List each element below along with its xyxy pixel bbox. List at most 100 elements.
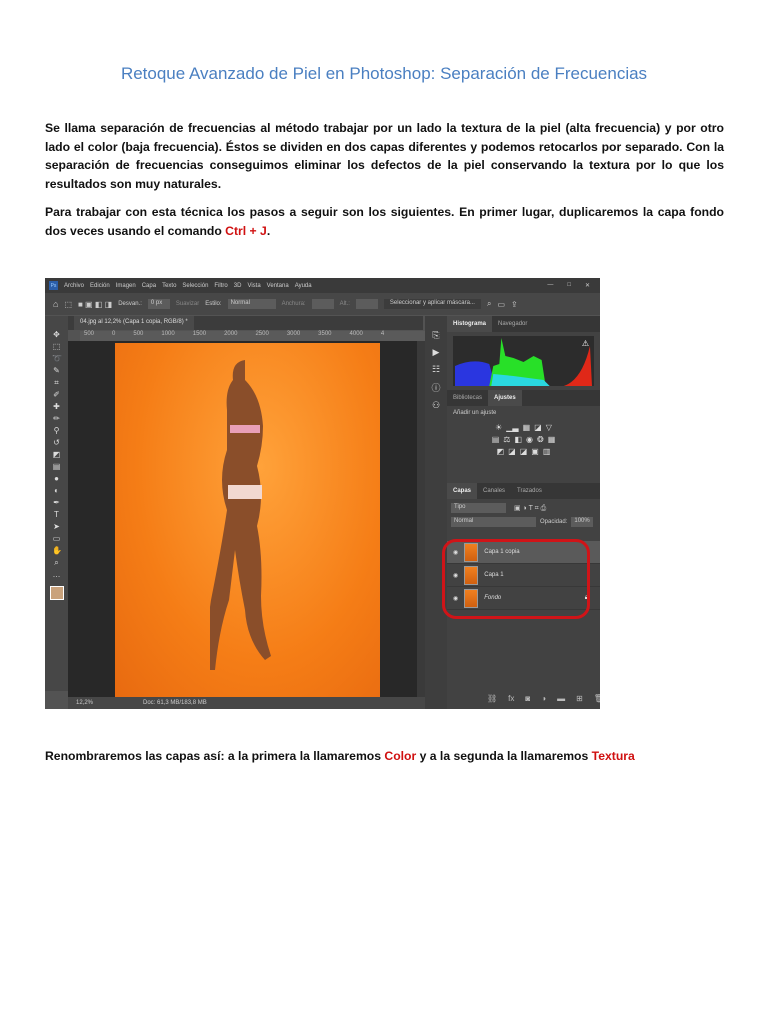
- properties-icon[interactable]: ☷: [432, 364, 440, 375]
- exposure-icon[interactable]: ◪: [534, 423, 542, 432]
- close-icon[interactable]: ✕: [585, 282, 590, 289]
- new-layer-icon[interactable]: ⊞: [576, 694, 583, 703]
- height-input[interactable]: [355, 299, 378, 309]
- hue-icon[interactable]: ▤: [492, 435, 500, 444]
- history-brush-icon[interactable]: ↺: [52, 438, 61, 447]
- minimize-icon[interactable]: —: [547, 282, 553, 289]
- gradient-tool-icon[interactable]: ▤: [52, 462, 61, 471]
- select-mask-button[interactable]: Seleccionar y aplicar máscara...: [383, 299, 481, 309]
- type-tool-icon[interactable]: T: [52, 510, 61, 519]
- zoom-level[interactable]: 12,2%: [76, 700, 93, 706]
- menu-item[interactable]: Selección: [182, 283, 208, 289]
- brightness-icon[interactable]: ☀: [495, 423, 502, 432]
- shape-tool-icon[interactable]: ▭: [52, 534, 61, 543]
- label: Desvan.:: [118, 301, 142, 307]
- lasso-tool-icon[interactable]: ➰: [52, 354, 62, 363]
- feather-input[interactable]: 0 px: [147, 299, 170, 309]
- actions-play-icon[interactable]: ▶: [433, 347, 440, 358]
- fx-icon[interactable]: fx: [508, 694, 514, 703]
- selection-mode-icon[interactable]: ■ ▣ ◧ ◨: [78, 300, 112, 309]
- color-swatches[interactable]: [49, 586, 64, 600]
- black-white-icon[interactable]: ◧: [514, 435, 522, 444]
- pen-tool-icon[interactable]: ✒: [52, 498, 61, 507]
- lookup-icon[interactable]: ▦: [548, 435, 556, 444]
- search-icon[interactable]: ⌕: [487, 299, 491, 309]
- menu-item[interactable]: Capa: [142, 283, 156, 289]
- opacity-input[interactable]: 100%: [571, 517, 594, 527]
- marquee-icon[interactable]: ⬚: [64, 300, 72, 309]
- threshold-icon[interactable]: ◪: [520, 447, 528, 456]
- home-icon[interactable]: ⌂: [53, 299, 58, 309]
- tab-adjustments[interactable]: Ajustes: [488, 390, 522, 406]
- history-icon[interactable]: ⎘: [432, 330, 439, 341]
- edit-toolbar-icon[interactable]: …: [52, 570, 61, 579]
- menu-item[interactable]: Ayuda: [295, 283, 312, 289]
- levels-icon[interactable]: ▁▃: [506, 423, 518, 432]
- workspace-icon[interactable]: ▭: [497, 300, 505, 309]
- document-tab[interactable]: 04.jpg al 12,2% (Capa 1 copia, RGB/8) *: [74, 316, 194, 330]
- vibrance-icon[interactable]: ▽: [546, 423, 552, 432]
- eyedropper-icon[interactable]: ✐: [52, 390, 61, 399]
- rename-paragraph: Renombraremos las capas así: a la primer…: [45, 747, 724, 766]
- invert-icon[interactable]: ◩: [497, 447, 505, 456]
- move-tool-icon[interactable]: ✥: [52, 330, 61, 339]
- link-icon[interactable]: ⛓: [487, 694, 497, 703]
- canvas[interactable]: [68, 341, 425, 697]
- filter-icons[interactable]: ▣ ◑ T ⌗ ⎙: [514, 504, 546, 513]
- color-balance-icon[interactable]: ⚖: [503, 435, 510, 444]
- menu-item[interactable]: Archivo: [64, 283, 84, 289]
- tab-libraries[interactable]: Bibliotecas: [447, 390, 488, 406]
- ruler-tick: 3500: [318, 331, 332, 337]
- trash-icon[interactable]: 🗑︎: [594, 694, 600, 703]
- dodge-tool-icon[interactable]: ◐: [52, 486, 61, 495]
- vertical-scrollbar[interactable]: [417, 341, 425, 697]
- user-icon[interactable]: ⚇: [432, 400, 440, 411]
- hand-tool-icon[interactable]: ✋: [52, 546, 62, 555]
- menu-item[interactable]: Filtro: [214, 283, 227, 289]
- tab-layers[interactable]: Capas: [447, 483, 478, 499]
- share-icon[interactable]: ⇪: [511, 300, 518, 309]
- gradient-map-icon[interactable]: ▥: [543, 447, 551, 456]
- eraser-icon[interactable]: ◩: [52, 450, 61, 459]
- brush-tool-icon[interactable]: ✏: [52, 414, 61, 423]
- tab-paths[interactable]: Trazados: [511, 483, 548, 499]
- tab-histogram[interactable]: Histograma: [447, 316, 493, 332]
- photo-filter-icon[interactable]: ◉: [526, 435, 533, 444]
- info-icon[interactable]: ⓘ: [431, 381, 440, 394]
- layer-name-texture: Textura: [591, 749, 635, 763]
- antialias-checkbox[interactable]: Suavizar: [176, 301, 199, 307]
- marquee-tool-icon[interactable]: ⬚: [52, 342, 61, 351]
- healing-brush-icon[interactable]: ✚: [52, 402, 61, 411]
- layer-filter-select[interactable]: Tipo: [451, 503, 506, 513]
- channel-mixer-icon[interactable]: ❂: [537, 435, 544, 444]
- posterize-icon[interactable]: ◪: [508, 447, 516, 456]
- tab-channels[interactable]: Canales: [477, 483, 511, 499]
- histogram: ⚠: [453, 336, 594, 386]
- menu-item[interactable]: Texto: [162, 283, 176, 289]
- maximize-icon[interactable]: □: [567, 282, 571, 289]
- menu-item[interactable]: Edición: [90, 283, 110, 289]
- quick-select-icon[interactable]: ✎: [52, 366, 61, 375]
- menu-item[interactable]: 3D: [234, 283, 242, 289]
- width-input[interactable]: [311, 299, 334, 309]
- style-select[interactable]: Normal: [227, 299, 276, 309]
- clone-stamp-icon[interactable]: ⚲: [52, 426, 61, 435]
- ruler: 500 0 500 1000 1500 2000 2500 3000 3500 4000 4: [80, 331, 425, 341]
- menu-item[interactable]: Vista: [247, 283, 260, 289]
- menu-item[interactable]: Ventana: [267, 283, 289, 289]
- tab-navigator[interactable]: Navegador: [492, 316, 533, 332]
- photoshop-logo-icon: Ps: [49, 281, 58, 290]
- blur-tool-icon[interactable]: ●: [52, 474, 61, 483]
- menu-item[interactable]: Imagen: [116, 283, 136, 289]
- mask-icon[interactable]: ◙: [525, 694, 530, 703]
- zoom-tool-icon[interactable]: ⌕: [52, 558, 61, 567]
- adjustment-layer-icon[interactable]: ◑: [541, 694, 546, 703]
- label: Anchura:: [281, 301, 306, 307]
- crop-tool-icon[interactable]: ⌗: [52, 378, 61, 387]
- layer-name-color: Color: [384, 749, 417, 763]
- path-select-icon[interactable]: ➤: [52, 522, 61, 531]
- blend-mode-select[interactable]: Normal: [451, 517, 536, 527]
- selective-color-icon[interactable]: ▣: [531, 447, 539, 456]
- folder-icon[interactable]: ▬: [557, 694, 565, 703]
- curves-icon[interactable]: ▦: [523, 423, 531, 432]
